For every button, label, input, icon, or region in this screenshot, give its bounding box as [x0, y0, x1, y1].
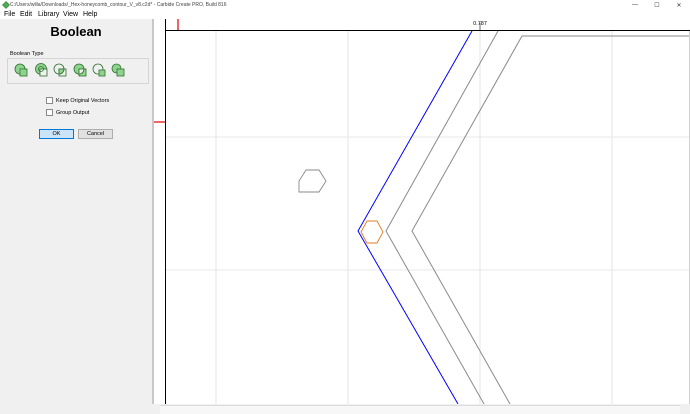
group-output-checkbox[interactable]	[46, 109, 53, 116]
menu-library[interactable]: Library	[38, 10, 59, 19]
hexagon-vector[interactable]	[298, 169, 327, 193]
subtract-icon[interactable]	[33, 62, 49, 78]
top-ruler	[154, 19, 690, 31]
canvas-drawing[interactable]: 0.787	[154, 19, 690, 405]
subtract-reverse-icon[interactable]	[91, 62, 107, 78]
canvas-grid	[166, 31, 690, 404]
selected-vector-path[interactable]	[357, 30, 473, 405]
merge-icon[interactable]	[110, 62, 126, 78]
ruler-label: 0.787	[473, 21, 487, 27]
design-canvas[interactable]: 0.787	[154, 19, 690, 405]
cancel-button[interactable]: Cancel	[78, 129, 113, 139]
highlighted-hexagon-vector[interactable]	[360, 220, 384, 244]
group-output-label: Group Output	[56, 109, 90, 116]
vector-path-middle[interactable]	[385, 30, 499, 405]
title-bar: C:/Users/willa/Downloads/_Hex-honeycomb_…	[0, 0, 690, 10]
boolean-type-label: Boolean Type	[10, 51, 44, 57]
exclusive-or-icon[interactable]	[72, 62, 88, 78]
menu-file[interactable]: File	[4, 10, 15, 19]
ok-button[interactable]: OK	[39, 129, 74, 139]
menu-view[interactable]: View	[63, 10, 78, 19]
group-output-option[interactable]: Group Output	[46, 109, 89, 116]
window-controls: — ☐ ✕	[624, 0, 690, 10]
keep-original-vectors-option[interactable]: Keep Original Vectors	[46, 97, 109, 104]
app-icon	[2, 1, 10, 9]
keep-original-vectors-checkbox[interactable]	[46, 97, 53, 104]
keep-original-vectors-label: Keep Original Vectors	[56, 97, 110, 104]
minimize-button[interactable]: —	[624, 0, 646, 10]
menu-bar: File Edit Library View Help	[0, 10, 690, 19]
status-bar-field	[160, 405, 680, 414]
window-title: C:/Users/willa/Downloads/_Hex-honeycomb_…	[10, 2, 227, 8]
vector-path-outer[interactable]	[411, 35, 690, 405]
menu-help[interactable]: Help	[83, 10, 97, 19]
maximize-button[interactable]: ☐	[646, 0, 668, 10]
menu-edit[interactable]: Edit	[20, 10, 32, 19]
union-icon[interactable]	[13, 62, 29, 78]
panel-title: Boolean	[50, 24, 102, 39]
close-button[interactable]: ✕	[668, 0, 690, 10]
intersect-icon[interactable]	[52, 62, 68, 78]
left-ruler	[154, 19, 166, 404]
